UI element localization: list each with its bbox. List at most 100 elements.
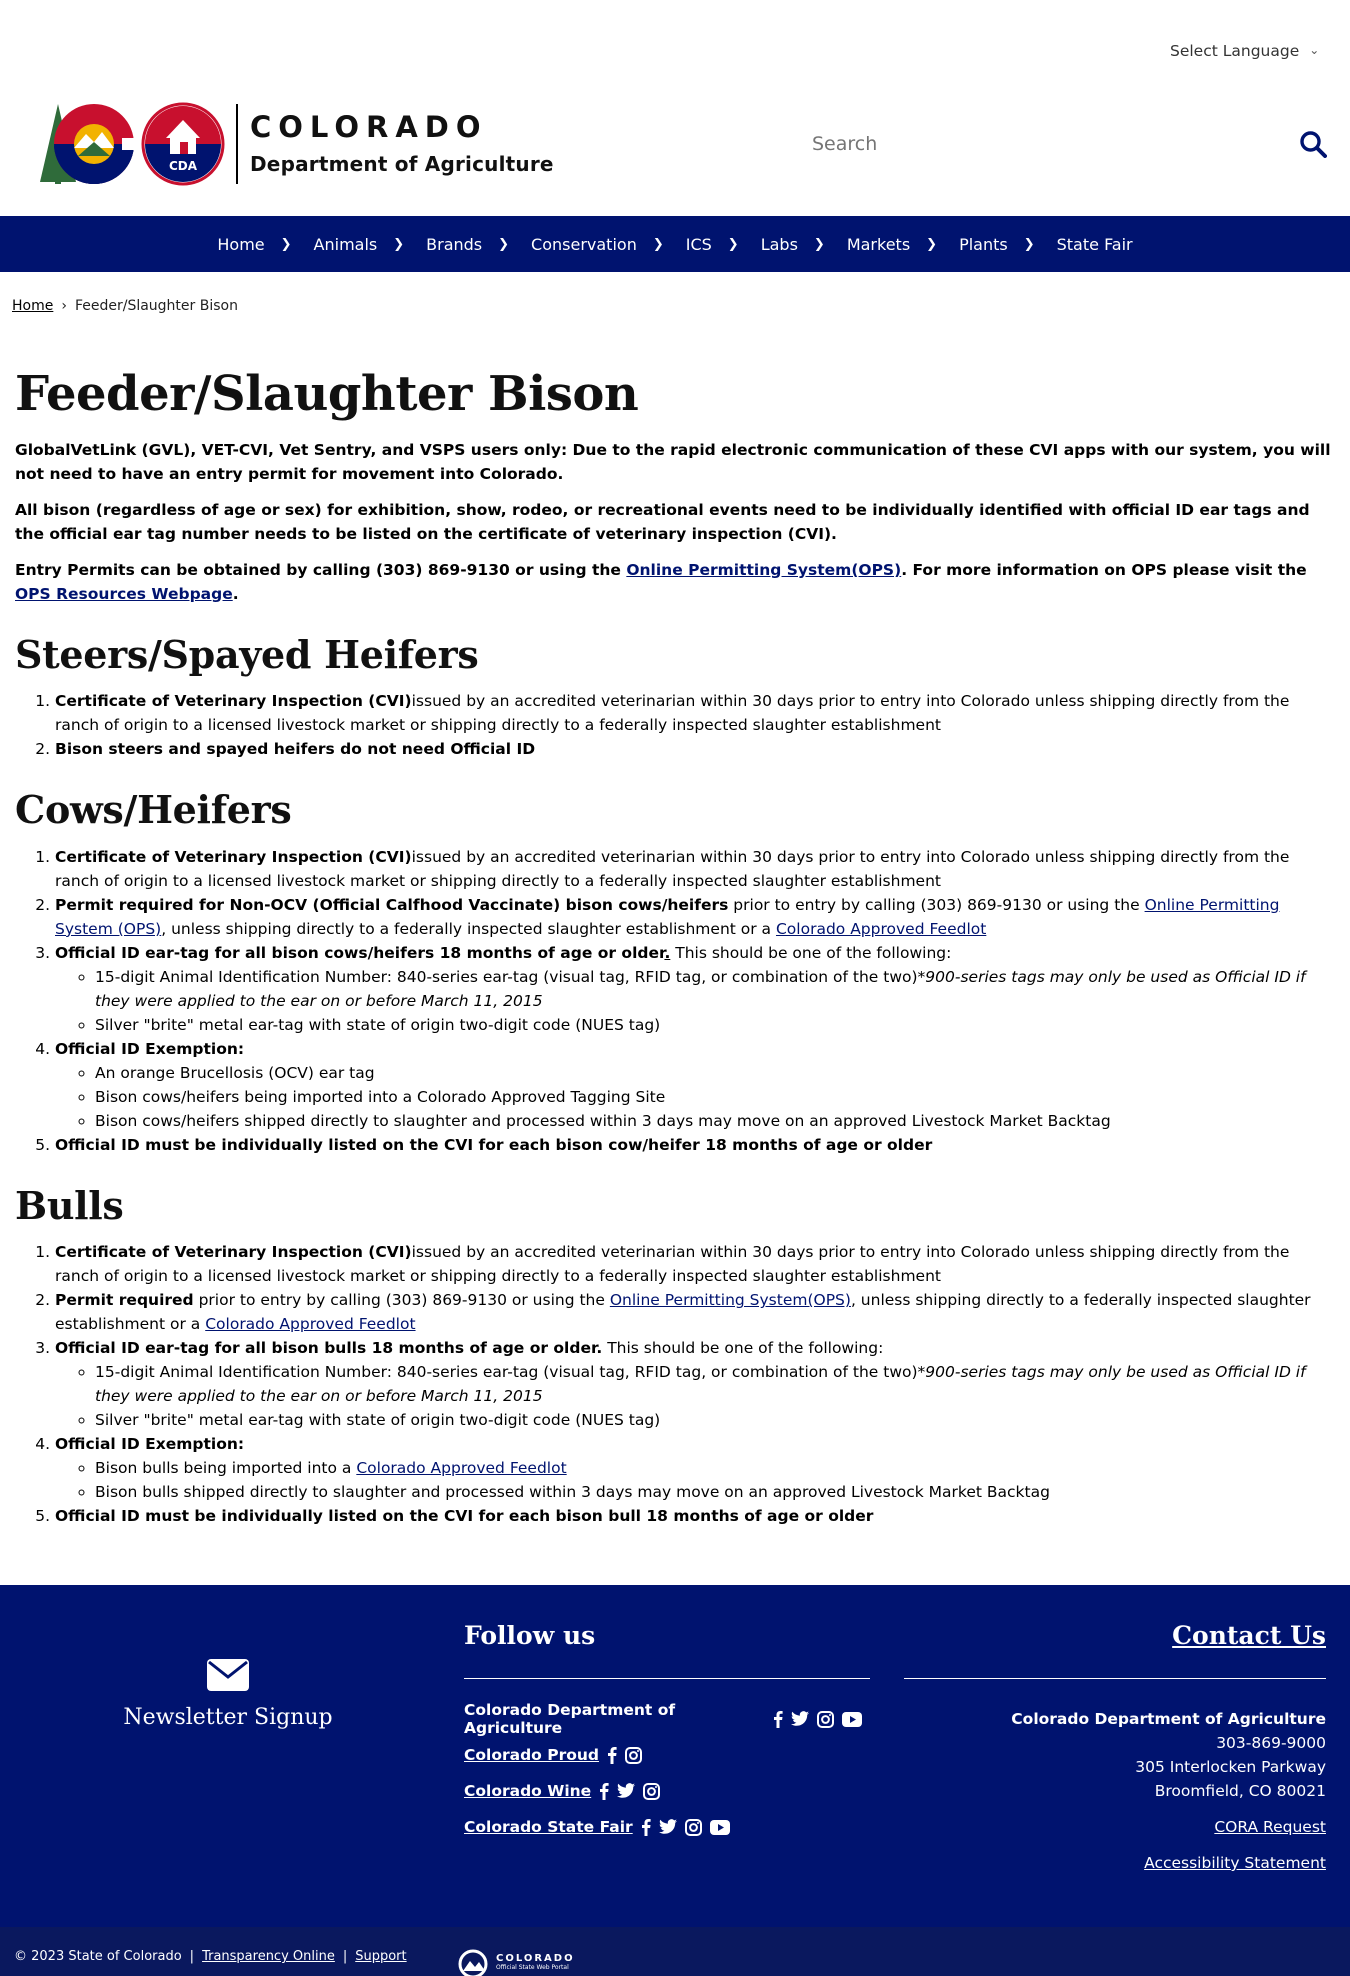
divider [904,1678,1326,1679]
nav-item-ics[interactable]: ICS ❯ [686,235,761,254]
list-item-text: , unless shipping directly to a federall… [161,919,776,938]
nav-item-markets[interactable]: Markets ❯ [847,235,959,254]
chevron-down-icon: ⌄ [1309,43,1320,57]
instagram-icon[interactable] [625,1746,643,1764]
approved-feedlot-link[interactable]: Colorado Approved Feedlot [776,920,986,938]
nav-item-home[interactable]: Home ❯ [217,235,313,254]
nav-item-labs[interactable]: Labs ❯ [761,235,847,254]
list-item: Permit required prior to entry by callin… [55,1288,1335,1336]
language-select[interactable]: Select Language ⌄ [1170,42,1319,60]
chevron-right-icon: ❯ [926,236,938,252]
nav-item-label: State Fair [1056,234,1133,254]
list-item: Certificate of Veterinary Inspection (CV… [55,845,1335,893]
list-item: Certificate of Veterinary Inspection (CV… [55,1240,1335,1288]
sublist-item-text: 15-digit Animal Identification Number: 8… [95,1363,918,1382]
approved-feedlot-link[interactable]: Colorado Approved Feedlot [356,1459,566,1477]
sublist-item: Bison bulls being imported into a Colora… [95,1456,1335,1480]
sublist-item-text: Bison bulls being imported into a [95,1459,357,1478]
list-item-text: This should be one of the following: [670,943,952,962]
contact-address-1: 305 Interlocken Parkway [1135,1758,1326,1776]
search-bar [800,124,1330,164]
list-item: Official ID Exemption: Bison bulls being… [55,1432,1335,1504]
contact-org: Colorado Department of Agriculture [1011,1710,1326,1728]
intro-text: Entry Permits can be obtained by calling… [15,560,627,579]
search-button[interactable] [1296,128,1330,162]
nav-item-state-fair[interactable]: State Fair [1057,235,1133,254]
brand-title: COLORADO [250,110,488,144]
instagram-icon[interactable] [643,1782,661,1800]
nav-item-label: Markets [846,234,911,254]
sublist-item: Bison cows/heifers shipped directly to s… [95,1109,1335,1133]
contact-us-link[interactable]: Contact Us [1172,1621,1326,1650]
breadcrumb-home-link[interactable]: Home [12,298,53,314]
social-org-link[interactable]: Colorado State Fair [464,1818,633,1836]
colorado-portal-icon [458,1949,488,1976]
envelope-icon [207,1659,249,1691]
sublist-item: An orange Brucellosis (OCV) ear tag [95,1061,1335,1085]
accessibility-link[interactable]: Accessibility Statement [904,1851,1326,1875]
facebook-icon[interactable] [599,1782,609,1800]
copyright: © 2023 State of Colorado [14,1949,182,1964]
support-link[interactable]: Support [355,1949,406,1964]
approved-feedlot-link[interactable]: Colorado Approved Feedlot [205,1315,415,1333]
facebook-icon[interactable] [607,1746,617,1764]
follow-us-title: Follow us [464,1621,596,1650]
cora-request-link[interactable]: CORA Request [904,1815,1326,1839]
list-item: Bison steers and spayed heifers do not n… [55,737,1335,761]
social-org-link[interactable]: Colorado Proud [464,1746,599,1764]
social-row-proud: Colorado Proud [464,1743,870,1767]
list-item-bold: Official ID must be individually listed … [55,1507,874,1526]
list-item-bold: Official ID Exemption: [55,1435,245,1454]
nav-item-label: Labs [760,234,798,254]
nav-item-plants[interactable]: Plants ❯ [959,235,1057,254]
list-item-text: prior to entry by calling (303) 869-9130… [193,1291,610,1310]
nav-item-brands[interactable]: Brands ❯ [426,235,531,254]
newsletter-signup[interactable]: Newsletter Signup [123,1659,333,1730]
list-item: Certificate of Veterinary Inspection (CV… [55,689,1335,737]
sublist-item: Silver "brite" metal ear-tag with state … [95,1408,1335,1432]
section-heading-bulls: Bulls [15,1182,124,1228]
divider [464,1678,870,1679]
ops-link[interactable]: Online Permitting System(OPS) [626,561,901,579]
nav-item-animals[interactable]: Animals ❯ [314,235,427,254]
facebook-icon[interactable] [641,1818,651,1836]
intro-text: . [232,584,239,603]
portal-title: COLORADO [496,1953,575,1964]
breadcrumb-current: Feeder/Slaughter Bison [74,298,238,314]
nav-item-label: Home [217,234,265,254]
contact-phone: 303-869-9000 [1216,1734,1326,1752]
social-row-wine: Colorado Wine [464,1779,870,1803]
instagram-icon[interactable] [817,1710,834,1728]
twitter-icon[interactable] [791,1711,809,1727]
twitter-icon[interactable] [658,1819,677,1835]
intro-paragraph-gvl: GlobalVetLink (GVL), VET-CVI, Vet Sentry… [15,440,1331,483]
transparency-link[interactable]: Transparency Online [202,1949,335,1964]
youtube-icon[interactable] [709,1819,730,1835]
ops-resources-link[interactable]: OPS Resources Webpage [15,585,233,603]
sublist-item-text: 15-digit Animal Identification Number: 8… [95,967,918,986]
list-item-bold: Certificate of Veterinary Inspection (CV… [55,847,412,866]
search-input[interactable] [800,124,1260,164]
facebook-icon[interactable] [773,1710,783,1728]
list-item-bold: Official ID Exemption: [55,1039,245,1058]
cows-list: Certificate of Veterinary Inspection (CV… [15,845,1335,1157]
state-portal-logo[interactable]: COLORADO Official State Web Portal [456,1947,575,1976]
language-select-label: Select Language [1170,42,1300,60]
breadcrumb-separator: › [61,298,67,314]
list-item-bold: Official ID ear-tag for all bison cows/h… [55,943,665,962]
chevron-right-icon: ❯ [498,236,510,252]
sublist: An orange Brucellosis (OCV) ear tag Biso… [55,1061,1335,1133]
instagram-icon[interactable] [684,1818,702,1836]
search-icon [1300,130,1327,158]
social-org-link[interactable]: Colorado Wine [464,1782,591,1800]
nav-item-conservation[interactable]: Conservation ❯ [531,235,686,254]
youtube-icon[interactable] [842,1711,862,1727]
chevron-right-icon: ❯ [393,236,405,252]
list-item-text: This should be one of the following: [602,1339,884,1358]
breadcrumb: Home › Feeder/Slaughter Bison [12,298,238,314]
ops-link[interactable]: Online Permitting System(OPS) [610,1291,851,1309]
twitter-icon[interactable] [617,1783,636,1799]
sublist: 15-digit Animal Identification Number: 8… [55,965,1335,1037]
steers-list: Certificate of Veterinary Inspection (CV… [15,689,1335,761]
separator: | [189,1949,195,1964]
